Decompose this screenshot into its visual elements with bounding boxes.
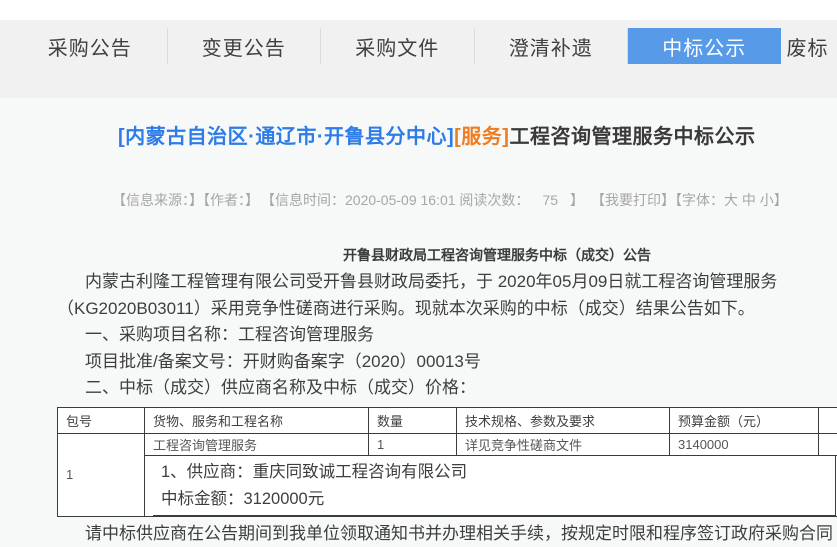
tab-procurement-document[interactable]: 采购文件 [320, 28, 474, 64]
table-row: 1 工程咨询管理服务 1 详见竞争性磋商文件 3140000 [58, 433, 837, 455]
award-amount-line: 中标金额：3120000元 [161, 486, 835, 513]
meta-close-bracket: 】 [570, 192, 584, 208]
cell-quantity: 1 [369, 433, 457, 455]
header-quantity: 数量 [369, 407, 457, 433]
winner-section-line: 二、中标（成交）供应商名称及中标（成交）价格： [57, 375, 837, 402]
header-package: 包号 [58, 407, 145, 433]
cell-package-number: 1 [58, 433, 145, 516]
supplier-name-line: 1、供应商：重庆同致诚工程咨询有限公司 [161, 459, 835, 486]
article-meta-bar: 【信息来源：】【作者：】【信息时间：2020-05-09 16:01 阅读次数：… [0, 190, 837, 210]
approval-number-line: 项目批准/备案文号：开财购备案字（2020）00013号 [57, 349, 837, 376]
font-size-link[interactable]: 【字体：大 中 小】 [675, 192, 788, 208]
result-table: 包号 货物、服务和工程名称 数量 技术规格、参数及要求 预算金额（元） 1 工程… [57, 407, 837, 517]
print-link[interactable]: 【我要打印】 [598, 192, 675, 208]
cell-budget: 3140000 [670, 433, 819, 455]
table-header-row: 包号 货物、服务和工程名称 数量 技术规格、参数及要求 预算金额（元） [58, 407, 837, 433]
cell-clipped [819, 433, 837, 455]
tab-row: 采购公告 变更公告 采购文件 澄清补遗 中标公示 废标 [13, 28, 837, 64]
title-region-segment: [内蒙古自治区·通辽市·开鲁县分中心] [118, 126, 454, 148]
article-body: 开鲁县财政局工程咨询管理服务中标（成交）公告 内蒙古利隆工程管理有限公司受开鲁县… [57, 246, 837, 547]
tab-award-announcement-active[interactable]: 中标公示 [627, 28, 781, 64]
tab-procurement-notice[interactable]: 采购公告 [13, 28, 167, 64]
tab-label: 澄清补遗 [509, 32, 593, 61]
paragraph-line: 内蒙古利隆工程管理有限公司受开鲁县财政局委托，于 2020年05月09日就工程咨… [57, 269, 837, 296]
meta-time: 【信息时间：2020-05-09 16:01 阅读次数： [268, 192, 529, 208]
title-text-segment: 工程咨询管理服务中标公示 [509, 126, 755, 148]
footer-notice-line: 请中标供应商在公告期间到我单位领取通知书并办理相关手续，按规定时限和程序签订政府… [57, 521, 837, 547]
meta-author: 【作者：】 [203, 192, 259, 208]
project-name-line: 一、采购项目名称：工程咨询管理服务 [57, 322, 837, 349]
paragraph-line: （KG2020B03011）采用竞争性磋商进行采购。现就本次采购的中标（成交）结… [57, 296, 837, 323]
header-spec: 技术规格、参数及要求 [457, 407, 670, 433]
tab-change-notice[interactable]: 变更公告 [167, 28, 321, 64]
meta-source: 【信息来源：】 [112, 192, 203, 208]
top-whitespace [0, 0, 837, 20]
tab-clarification[interactable]: 澄清补遗 [474, 28, 628, 64]
header-budget: 预算金额（元） [670, 407, 819, 433]
tab-label: 变更公告 [202, 32, 286, 61]
supplier-cell: 1、供应商：重庆同致诚工程咨询有限公司 中标金额：3120000元 [153, 456, 836, 516]
announcement-heading: 开鲁县财政局工程咨询管理服务中标（成交）公告 [57, 246, 837, 264]
tab-label: 采购文件 [355, 32, 439, 61]
cell-supplier-wrap: 1、供应商：重庆同致诚工程咨询有限公司 中标金额：3120000元 [145, 455, 837, 516]
tab-label: 采购公告 [48, 32, 132, 61]
table-row: 1、供应商：重庆同致诚工程咨询有限公司 中标金额：3120000元 [58, 455, 837, 516]
tab-label: 中标公示 [662, 32, 746, 61]
header-goods-name: 货物、服务和工程名称 [145, 407, 369, 433]
header-clipped [819, 407, 837, 433]
tab-cancelled-bid[interactable]: 废标 [781, 28, 837, 64]
meta-read-count: 75 [542, 192, 558, 208]
cell-spec: 详见竞争性磋商文件 [457, 433, 670, 455]
page-title: [内蒙古自治区·通辽市·开鲁县分中心][服务]工程咨询管理服务中标公示 [0, 122, 837, 152]
tab-label: 废标 [787, 32, 829, 61]
cell-goods-name: 工程咨询管理服务 [145, 433, 369, 455]
category-tab-bar: 采购公告 变更公告 采购文件 澄清补遗 中标公示 废标 [0, 20, 837, 98]
title-category-segment: [服务] [454, 126, 509, 148]
